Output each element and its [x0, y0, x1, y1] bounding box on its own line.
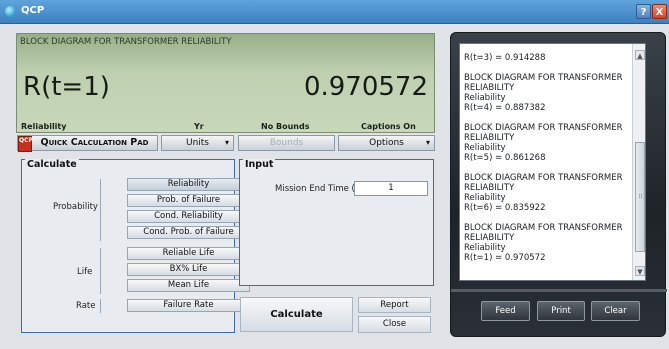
report-button[interactable]: Report	[358, 297, 431, 313]
print-button[interactable]: Print	[537, 301, 585, 321]
window-close-button[interactable]: X	[652, 4, 667, 19]
options-dropdown[interactable]: Options ▾	[338, 135, 435, 151]
mean-life-option[interactable]: Mean Life	[127, 279, 250, 292]
display-expression: R(t=1)	[23, 72, 110, 102]
toolbar: QCP Quick Calculation Pad Units ▾ Bounds…	[17, 135, 435, 153]
feed-button[interactable]: Feed	[481, 301, 530, 321]
divider	[100, 179, 101, 241]
life-label: Life	[77, 267, 93, 277]
reliability-option[interactable]: Reliability	[127, 178, 250, 191]
quick-calculation-pad-button[interactable]: QCP Quick Calculation Pad	[17, 135, 158, 152]
tape-scrollbar[interactable]: ▲ ⁝⁝ ▼	[632, 44, 645, 280]
prob-of-failure-option[interactable]: Prob. of Failure	[127, 194, 250, 207]
units-label: Units	[185, 138, 209, 148]
probability-label: Probability	[53, 202, 98, 212]
close-button[interactable]: Close	[358, 316, 431, 333]
clear-button[interactable]: Clear	[591, 301, 640, 321]
chevron-down-icon: ▾	[425, 138, 430, 147]
tape-pane: R(t=3) = 0.914288 BLOCK DIAGRAM FOR TRAN…	[442, 24, 669, 349]
scroll-up-icon[interactable]: ▲	[635, 50, 645, 60]
title-bar: QCP ? X	[0, 0, 669, 24]
mission-end-time-input[interactable]: 1	[354, 181, 428, 196]
calculate-button[interactable]: Calculate	[240, 297, 353, 332]
qcp-app-icon	[5, 6, 16, 17]
quick-calculation-pad-label: Quick Calculation Pad	[40, 137, 149, 148]
bx-life-option[interactable]: BX% Life	[127, 263, 250, 276]
printer-device: R(t=3) = 0.914288 BLOCK DIAGRAM FOR TRAN…	[450, 32, 667, 337]
display-captions: Captions On	[361, 122, 416, 131]
qcp-icon: QCP	[18, 136, 33, 152]
results-tape: R(t=3) = 0.914288 BLOCK DIAGRAM FOR TRAN…	[459, 43, 646, 281]
grip-icon: ⁝⁝	[638, 193, 643, 200]
calculate-group-title: Calculate	[25, 159, 79, 170]
display-unit: Yr	[194, 122, 204, 131]
window-title: QCP	[21, 5, 45, 16]
tape-text: R(t=3) = 0.914288 BLOCK DIAGRAM FOR TRAN…	[464, 53, 623, 263]
display-title: BLOCK DIAGRAM FOR TRANSFORMER RELIABILIT…	[20, 37, 232, 47]
reliability-option-label: Reliability	[167, 179, 210, 189]
rate-label: Rate	[76, 301, 96, 311]
cond-prob-of-failure-option[interactable]: Cond. Prob. of Failure	[127, 226, 250, 239]
display-metric: Reliability	[21, 122, 67, 131]
divider	[100, 299, 101, 313]
scroll-thumb[interactable]: ⁝⁝	[635, 142, 645, 252]
display-value: 0.970572	[303, 72, 428, 102]
tape-slot	[451, 289, 667, 292]
options-label: Options	[369, 138, 404, 148]
units-dropdown[interactable]: Units ▾	[161, 135, 234, 151]
calculate-group: Calculate Probability Reliability Prob. …	[21, 159, 250, 333]
help-button[interactable]: ?	[636, 4, 651, 19]
bounds-label: Bounds	[269, 138, 304, 148]
scroll-down-icon[interactable]: ▼	[635, 266, 645, 276]
input-group: Input Mission End Time (Yr) 1	[239, 159, 434, 286]
input-group-title: Input	[243, 159, 276, 170]
result-display: BLOCK DIAGRAM FOR TRANSFORMER RELIABILIT…	[16, 33, 435, 133]
chevron-down-icon: ▾	[224, 138, 229, 147]
bounds-dropdown[interactable]: Bounds	[238, 135, 335, 151]
display-bounds: No Bounds	[261, 122, 310, 131]
failure-rate-option[interactable]: Failure Rate	[127, 299, 250, 312]
reliable-life-option[interactable]: Reliable Life	[127, 247, 250, 260]
divider	[100, 248, 101, 294]
cond-reliability-option[interactable]: Cond. Reliability	[127, 210, 250, 223]
